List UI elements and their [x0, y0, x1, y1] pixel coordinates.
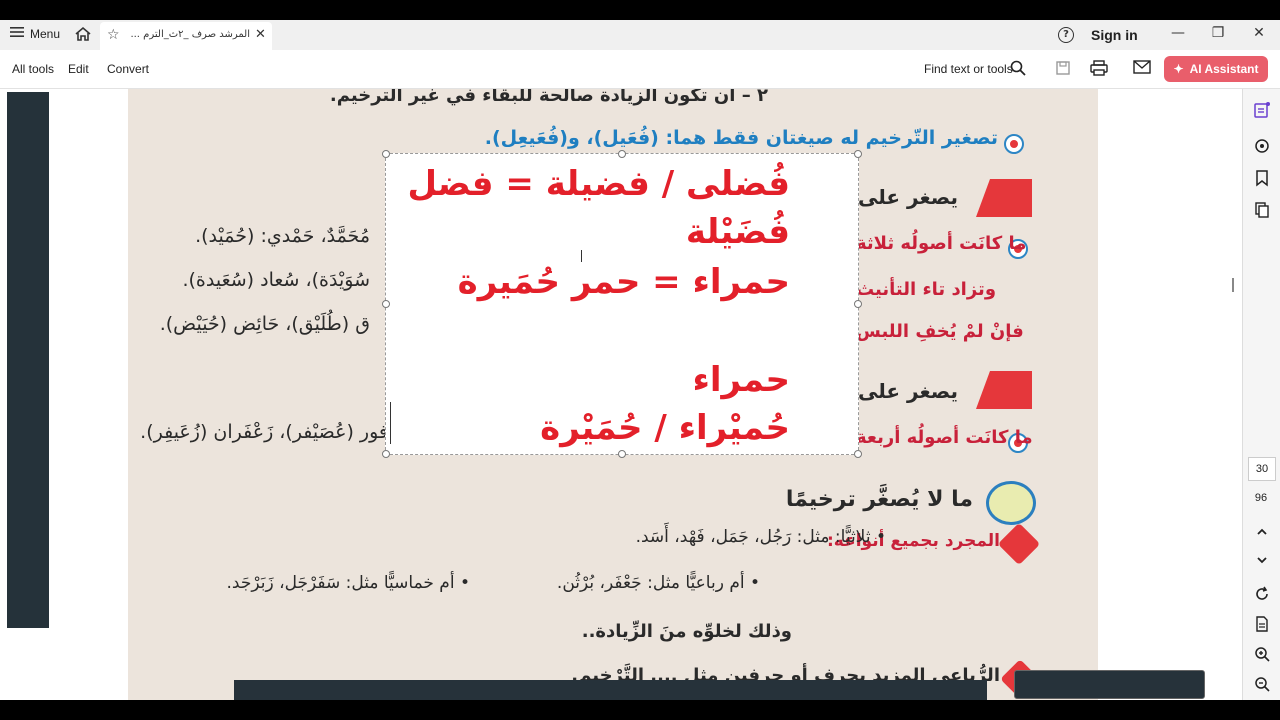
textbox-line-1[interactable]: فُضلى / فضيلة = فضل [407, 164, 790, 204]
ai-assistant-button[interactable]: ✦ AI Assistant [1164, 56, 1268, 82]
ai-sparkle-icon: ✦ [1173, 62, 1184, 76]
home-icon[interactable] [74, 25, 92, 43]
section1-bullet1: ما كانَت أصولُه ثلاثة [856, 233, 1027, 254]
chevron-up-icon[interactable] [1253, 523, 1271, 541]
heading-bullet-icon [1004, 134, 1024, 154]
section2-tag: يصغر على [858, 379, 958, 403]
copy-pages-icon[interactable] [1253, 201, 1271, 219]
ai-assistant-label: AI Assistant [1189, 62, 1259, 76]
window-close-icon[interactable]: ✕ [1249, 25, 1269, 41]
rubai-example: • أم رباعيًّا مثل: جَعْفَر، بُرْثُن. [556, 573, 760, 593]
resize-handle-bl[interactable] [382, 450, 390, 458]
pdf-page: ٢ – أن تكون الزيادة صالحة للبقاء في غير … [128, 89, 1098, 700]
resize-handle-bm[interactable] [618, 450, 626, 458]
print-icon[interactable] [1090, 60, 1108, 78]
menu-button[interactable]: Menu [10, 26, 60, 41]
caret [390, 402, 391, 444]
khumasi-example: • أم خماسيًّا مثل: سَفَرْجَل، زَبَرْجَد. [226, 573, 470, 593]
menu-label: Menu [30, 26, 61, 41]
textbox-line-5[interactable]: حُميْراء / حُمَيْرة [540, 408, 790, 448]
resize-handle-tl[interactable] [382, 150, 390, 158]
textbox-line-2[interactable]: فُضَيْلة [686, 212, 790, 252]
zoom-out-icon[interactable] [1253, 675, 1271, 693]
section2-bullet: ما كانَت أصولُه أربعة [856, 427, 1033, 448]
section1-bullet2: وتزاد تاء التأنيث [856, 279, 997, 300]
example-line-1: مُحَمَّدٌ، حَمْدي: (حُمَيْد). [195, 225, 370, 247]
bookmark-icon[interactable] [1253, 169, 1271, 187]
section1-bullet3: فإنْ لمْ يُخفِ اللبس [856, 321, 1024, 342]
comment-icon[interactable] [1253, 137, 1271, 155]
example-line-2: سُوَيْدَة)، سُعاد (سُعَيدة). [182, 269, 370, 291]
thulathi-example: • ثلاثيًّا: مثل: رَجُل، جَمَل، فَهْد، أَ… [635, 527, 886, 547]
section1-marker [976, 179, 1032, 217]
total-pages: 96 [1254, 492, 1268, 504]
bottom-overlay-box [1014, 670, 1205, 699]
annotation-text-box[interactable]: فُضلى / فضيلة = فضل فُضَيْلة حمراء = حمر… [382, 150, 862, 458]
resize-handle-mr[interactable] [854, 300, 862, 308]
edit-button[interactable]: Edit [68, 62, 89, 76]
resize-handle-ml[interactable] [382, 300, 390, 308]
right-tools-rail: 30 96 [1242, 89, 1280, 700]
chevron-down-icon[interactable] [1253, 551, 1271, 569]
textbox-line-4[interactable]: حمراء [693, 360, 790, 400]
example-line-3: ق (طُلَيْق)، حَائِض (حُيَيْض). [159, 313, 370, 335]
mail-icon[interactable] [1133, 60, 1151, 78]
convert-button[interactable]: Convert [107, 62, 149, 76]
current-page-input[interactable]: 30 [1248, 457, 1276, 481]
document-info-icon[interactable] [1253, 615, 1271, 633]
example-line-4: فور (عُصَيْفر)، زَعْفَران (زُعَيفِر). [140, 421, 388, 443]
thumbnail-panel[interactable] [7, 92, 49, 628]
resize-handle-tm[interactable] [618, 150, 626, 158]
text-cursor [581, 250, 582, 262]
sign-in-button[interactable]: Sign in [1091, 27, 1138, 43]
all-tools-button[interactable]: All tools [12, 62, 54, 76]
khuluw-note: وذلك لخلوِّه منَ الزِّيادة.. [581, 621, 792, 642]
bottom-overlay-bar [234, 680, 987, 700]
section2-marker [976, 371, 1032, 409]
textbox-line-3[interactable]: حمراء = حمر حُمَيرة [458, 262, 790, 302]
section1-tag: يصغر على [858, 185, 958, 209]
zoom-in-icon[interactable] [1253, 645, 1271, 663]
save-icon[interactable] [1055, 60, 1073, 78]
resize-handle-tr[interactable] [854, 150, 862, 158]
scrollbar-thumb[interactable] [1232, 278, 1234, 292]
top-black-band [0, 0, 1280, 20]
search-icon[interactable] [1010, 60, 1028, 78]
help-icon[interactable]: ? [1058, 27, 1074, 43]
restore-icon[interactable]: ❐ [1208, 25, 1228, 41]
heading-not-diminished: ما لا يُصغَّر ترخيمًا [785, 487, 973, 512]
diamond-marker-1 [997, 522, 1041, 566]
rule-heading: تصغير التّرخيم له صيغتان فقط هما: (فُعَي… [484, 127, 998, 149]
hamburger-icon [10, 26, 24, 41]
find-text-button[interactable]: Find text or tools [924, 62, 1013, 76]
toolbar: All tools Edit Convert Find text or tool… [0, 50, 1280, 89]
resize-handle-br[interactable] [854, 450, 862, 458]
ai-summary-icon[interactable] [1253, 101, 1271, 119]
tab-title: المرشد صرف _٢ث_الترم ... [130, 29, 250, 40]
document-viewer[interactable]: ٢ – أن تكون الزيادة صالحة للبقاء في غير … [0, 89, 1242, 700]
star-icon[interactable]: ☆ [107, 27, 120, 43]
page-line-top: ٢ – أن تكون الزيادة صالحة للبقاء في غير … [329, 89, 768, 106]
document-tab[interactable]: ☆ المرشد صرف _٢ث_الترم ... ✕ [100, 22, 272, 50]
heading-circle-icon [986, 481, 1036, 525]
refresh-icon[interactable] [1253, 585, 1271, 603]
close-tab-icon[interactable]: ✕ [255, 27, 266, 42]
minimize-icon[interactable]: — [1168, 25, 1188, 41]
tab-bar: Menu ☆ المرشد صرف _٢ث_الترم ... ✕ ? Sign… [0, 20, 1280, 51]
